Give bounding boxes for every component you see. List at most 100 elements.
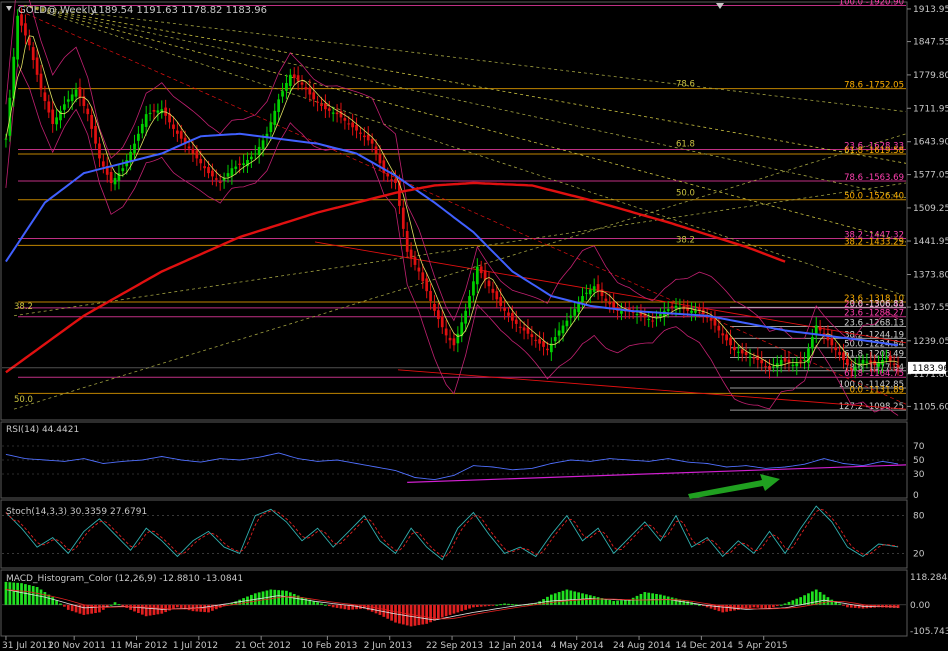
macd-hist-bar <box>175 604 179 608</box>
fan-line <box>23 5 907 297</box>
macd-hist-bar <box>148 604 152 616</box>
candle-body <box>635 314 639 316</box>
time-tick-label: 1 Jul 2012 <box>173 641 218 651</box>
macd-hist-bar <box>647 592 651 605</box>
rsi-layer: 70 50 30 0 <box>2 442 925 501</box>
fan-level-label: 78.6 <box>676 80 695 90</box>
candle-body <box>760 359 764 364</box>
price-tick-label: 1239.05 <box>913 337 948 347</box>
fib-level-label: 61.8 -1619.58 <box>844 146 904 156</box>
macd-hist-bar <box>409 604 413 627</box>
macd-hist-bar <box>639 593 643 605</box>
candle-body <box>292 74 296 79</box>
fan-line <box>23 5 907 199</box>
candle-body <box>752 357 756 359</box>
fib-level-label: 61.8 -1164.75 <box>844 369 904 379</box>
candle-body <box>234 166 238 169</box>
macd-hist-bar <box>511 604 514 606</box>
bollinger-lower <box>5 61 899 416</box>
candle-body <box>444 328 448 336</box>
candle-body <box>24 23 27 36</box>
rsi-tick-label: 50 <box>913 456 925 466</box>
price-tick-label: 1847.55 <box>913 38 948 48</box>
candle-body <box>316 101 319 103</box>
trend-arrow-icon <box>688 474 780 499</box>
macd-hist-bar <box>437 604 440 620</box>
candle-body <box>405 231 409 252</box>
price-tick-label: 1105.60 <box>913 402 948 412</box>
candle-body <box>113 178 117 185</box>
candle-body <box>281 91 284 97</box>
candle-body <box>511 313 514 321</box>
candle-body <box>888 356 892 361</box>
candle-body <box>312 92 316 100</box>
macd-hist-bar <box>846 604 849 608</box>
macd-hist-bar <box>596 597 600 605</box>
rsi-title: RSI(14) 44.4421 <box>6 425 79 435</box>
candle-body <box>530 334 534 338</box>
macd-hist-bar <box>682 600 686 605</box>
candle-body <box>810 337 814 349</box>
fib-level-label: 50.0 -1526.40 <box>844 192 904 202</box>
candle-body <box>581 296 584 302</box>
time-tick-label: 11 Mar 2012 <box>111 641 168 651</box>
macd-hist-bar <box>674 598 678 605</box>
shift-marker-icon[interactable] <box>716 3 724 9</box>
macd-hist-bar <box>573 591 577 605</box>
candle-body <box>491 288 495 293</box>
macd-hist-bar <box>499 604 503 606</box>
candle-body <box>748 356 752 358</box>
candle-body <box>413 256 417 265</box>
candle-body <box>133 143 136 154</box>
macd-hist-bar <box>355 604 358 610</box>
candle-body <box>534 339 538 341</box>
candle-body <box>152 110 156 112</box>
candle-body <box>378 153 382 164</box>
macd-hist-bar <box>327 604 331 607</box>
macd-hist-bar <box>24 584 27 605</box>
macd-hist-bar <box>822 594 826 605</box>
candle-body <box>187 146 191 149</box>
candle-body <box>596 284 600 292</box>
macd-hist-bar <box>370 604 374 612</box>
candle-body <box>261 140 265 150</box>
candle-body <box>238 163 242 165</box>
collapse-triangle-icon[interactable] <box>6 6 12 11</box>
macd-tick-label: 0.00 <box>910 601 930 611</box>
candle-body <box>70 94 74 102</box>
candle-body <box>690 310 693 313</box>
macd-hist-bar <box>561 590 565 605</box>
candle-body <box>620 310 623 314</box>
macd-hist-bar <box>405 604 409 626</box>
macd-hist-bar <box>172 604 175 609</box>
candle-body <box>308 87 312 95</box>
macd-hist-bar <box>70 604 74 612</box>
macd-hist-bar <box>662 595 666 605</box>
time-tick-label: 20 Nov 2011 <box>48 641 106 651</box>
fan-level-label: 38.2 <box>14 302 33 312</box>
macd-hist-bar <box>51 597 55 605</box>
macd-hist-bar <box>756 604 760 608</box>
candle-body <box>818 326 822 331</box>
candle-body <box>207 166 210 174</box>
rsi-tick-label: 70 <box>913 442 925 452</box>
time-tick-label: 14 Dec 2014 <box>675 641 733 651</box>
candle-body <box>277 99 281 112</box>
macd-hist-bar <box>795 598 799 605</box>
candle-body <box>468 296 471 309</box>
candle-body <box>588 289 592 295</box>
candle-body <box>300 82 304 85</box>
macd-hist-bar <box>557 592 561 605</box>
macd-hist-bar <box>109 604 113 606</box>
dashed-trendline <box>19 10 907 405</box>
candle-body <box>296 75 300 82</box>
candle-body <box>542 341 545 347</box>
candle-body <box>585 292 588 294</box>
candle-body <box>253 153 257 155</box>
candle-body <box>725 334 729 341</box>
candle-body <box>522 327 526 331</box>
candle-body <box>499 297 503 306</box>
fan-line <box>23 5 907 164</box>
macd-hist-bar <box>117 604 121 606</box>
macd-hist-bar <box>487 604 491 607</box>
